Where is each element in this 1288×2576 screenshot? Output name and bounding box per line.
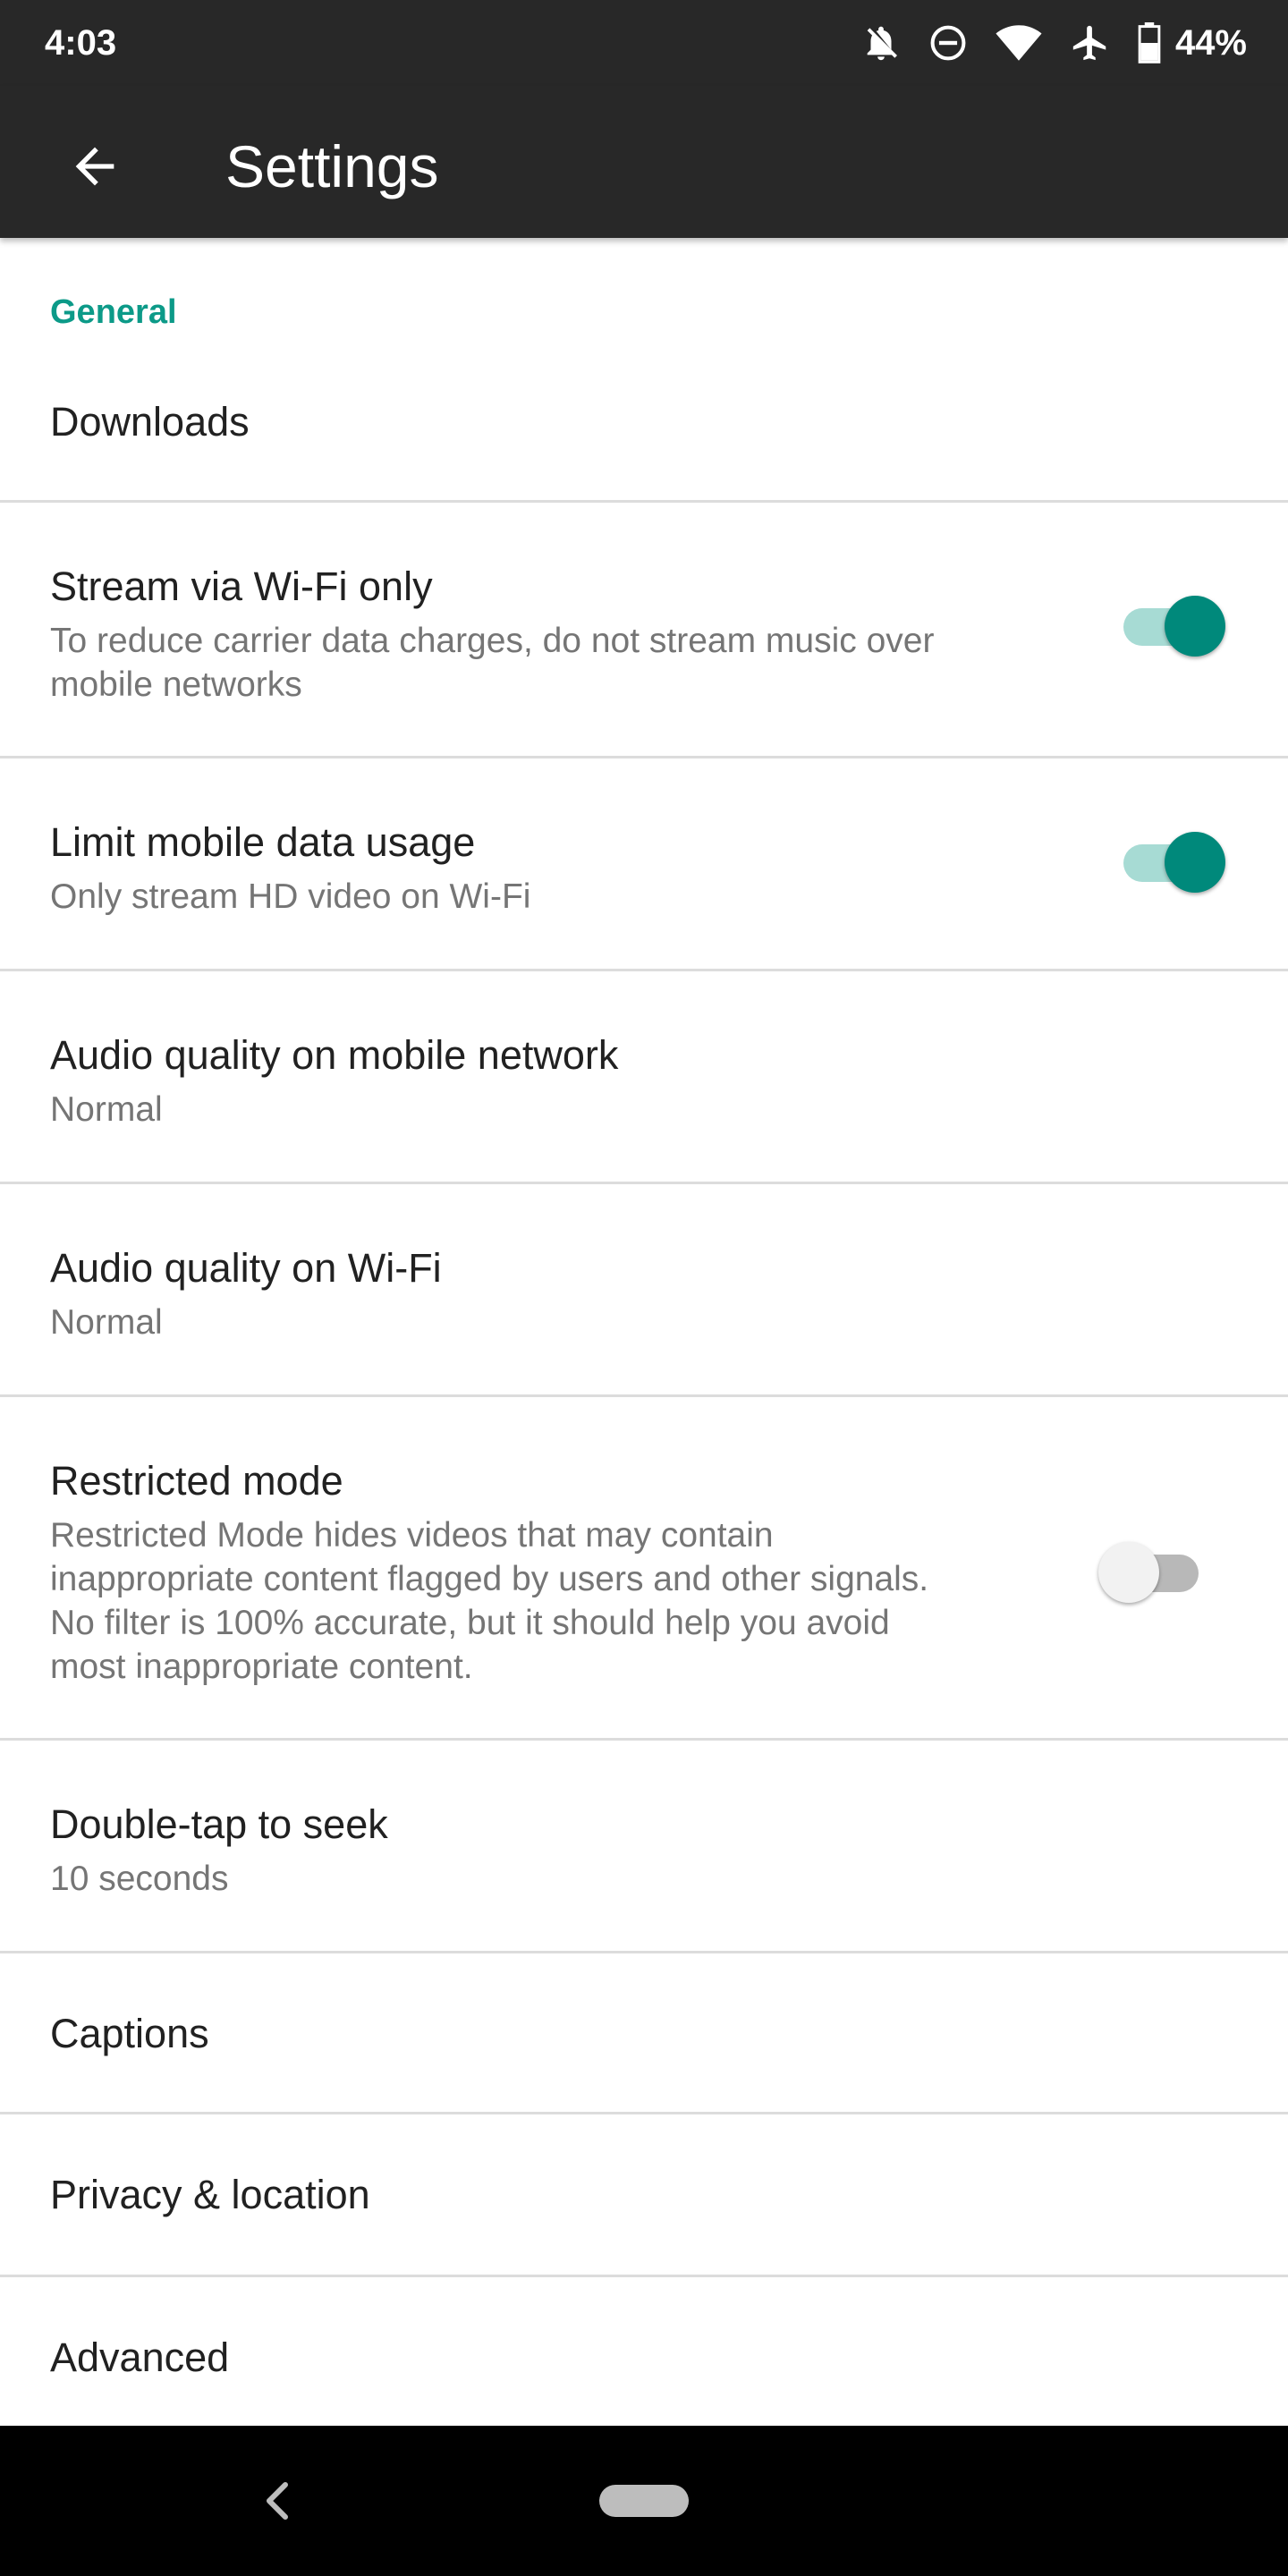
setting-privacy-location[interactable]: Privacy & location bbox=[0, 2114, 1288, 2277]
status-bar: 4:03 44% bbox=[0, 0, 1288, 86]
setting-subtitle: Restricted Mode hides videos that may co… bbox=[50, 1513, 1016, 1689]
subtitle-line: Normal bbox=[50, 1303, 163, 1342]
setting-advanced[interactable]: Advanced bbox=[0, 2277, 1288, 2426]
toggle-thumb bbox=[1165, 596, 1225, 657]
setting-title: Captions bbox=[50, 2011, 209, 2056]
page-title: Settings bbox=[225, 133, 439, 199]
subtitle-line: No filter is 100% accurate, but it shoul… bbox=[50, 1604, 890, 1642]
setting-subtitle: To reduce carrier data charges, do not s… bbox=[50, 619, 1016, 707]
navigation-bar bbox=[0, 2426, 1288, 2576]
setting-subtitle: Normal bbox=[50, 1088, 1016, 1131]
setting-audio-quality-mobile[interactable]: Audio quality on mobile network Normal bbox=[0, 971, 1288, 1184]
limit-mobile-data-toggle[interactable] bbox=[1113, 823, 1225, 894]
setting-title: Audio quality on mobile network bbox=[50, 1032, 619, 1078]
setting-stream-wifi-only[interactable]: Stream via Wi-Fi only To reduce carrier … bbox=[0, 503, 1288, 758]
toggle-thumb bbox=[1098, 1542, 1159, 1603]
setting-title: Downloads bbox=[50, 399, 250, 445]
subtitle-line: most inappropriate content. bbox=[50, 1648, 473, 1686]
setting-title: Privacy & location bbox=[50, 2172, 370, 2217]
subtitle-line: Restricted Mode hides videos that may co… bbox=[50, 1516, 774, 1555]
setting-audio-quality-wifi[interactable]: Audio quality on Wi-Fi Normal bbox=[0, 1184, 1288, 1397]
setting-subtitle: Only stream HD video on Wi-Fi bbox=[50, 875, 1016, 919]
arrow-back-icon bbox=[75, 147, 114, 186]
back-button[interactable] bbox=[50, 122, 140, 211]
battery-icon bbox=[1138, 22, 1161, 64]
subtitle-line: To reduce carrier data charges, do not s… bbox=[50, 622, 935, 660]
subtitle-line: Normal bbox=[50, 1090, 163, 1129]
setting-double-tap-seek[interactable]: Double-tap to seek 10 seconds bbox=[0, 1741, 1288, 1953]
settings-list: General Downloads Stream via Wi-Fi only … bbox=[0, 238, 1288, 2426]
setting-captions[interactable]: Captions bbox=[0, 1953, 1288, 2114]
subtitle-line: 10 seconds bbox=[50, 1860, 229, 1898]
setting-title: Double-tap to seek bbox=[50, 1801, 388, 1847]
setting-downloads[interactable]: Downloads bbox=[0, 238, 1288, 503]
restricted-mode-toggle[interactable] bbox=[1098, 1533, 1206, 1605]
airplane-mode-icon bbox=[1070, 22, 1111, 64]
wifi-icon bbox=[995, 23, 1043, 63]
battery-percent: 44% bbox=[1174, 22, 1247, 63]
subtitle-line: mobile networks bbox=[50, 665, 302, 704]
app-bar: Settings bbox=[0, 86, 1288, 238]
nav-back-chevron-icon bbox=[267, 2482, 288, 2520]
notifications-off-icon bbox=[860, 22, 902, 64]
setting-title: Limit mobile data usage bbox=[50, 819, 476, 865]
status-icons: 44% bbox=[860, 18, 1247, 68]
setting-limit-mobile-data[interactable]: Limit mobile data usage Only stream HD v… bbox=[0, 758, 1288, 971]
stream-wifi-only-toggle[interactable] bbox=[1113, 587, 1225, 658]
toggle-thumb bbox=[1165, 832, 1225, 893]
setting-title: Stream via Wi-Fi only bbox=[50, 564, 433, 609]
do-not-disturb-icon bbox=[928, 23, 968, 63]
status-time: 4:03 bbox=[45, 23, 117, 63]
setting-subtitle: Normal bbox=[50, 1301, 1016, 1344]
setting-title: Restricted mode bbox=[50, 1458, 343, 1504]
nav-home-pill-icon[interactable] bbox=[599, 2485, 689, 2517]
setting-subtitle: 10 seconds bbox=[50, 1857, 1016, 1901]
setting-restricted-mode[interactable]: Restricted mode Restricted Mode hides vi… bbox=[0, 1397, 1288, 1741]
setting-title: Advanced bbox=[50, 2334, 230, 2380]
subtitle-line: Only stream HD video on Wi-Fi bbox=[50, 877, 531, 916]
setting-title: Audio quality on Wi-Fi bbox=[50, 1245, 442, 1291]
nav-back-button[interactable] bbox=[250, 2465, 304, 2537]
subtitle-line: inappropriate content flagged by users a… bbox=[50, 1560, 929, 1598]
